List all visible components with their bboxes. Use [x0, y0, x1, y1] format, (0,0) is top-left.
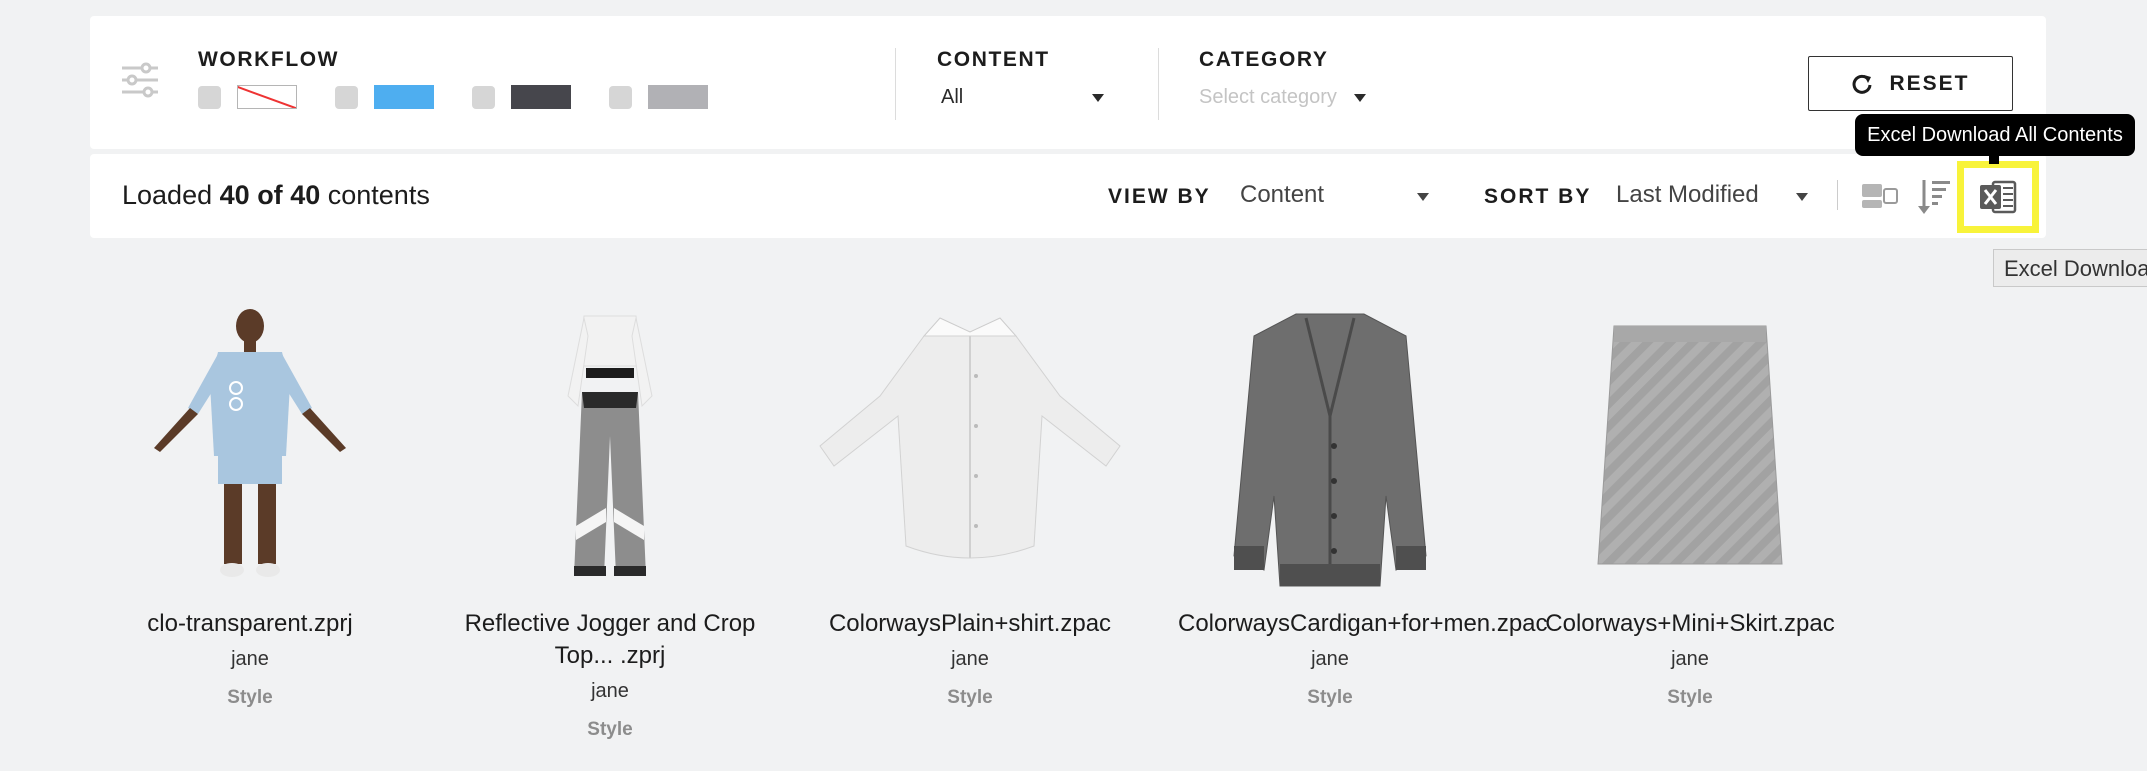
content-card-name[interactable]: ColorwaysCardigan+for+men.zpac	[1170, 608, 1548, 640]
workflow-filter	[198, 84, 746, 110]
loaded-prefix: Loaded	[122, 180, 213, 210]
content-card-type: Style	[947, 687, 993, 708]
view-by-value: Content	[1240, 181, 1325, 208]
content-label: CONTENT	[937, 48, 1050, 71]
loaded-suffix: contents	[327, 180, 430, 210]
content-card-name[interactable]: Reflective Jogger and Crop Top... .zprj	[450, 608, 770, 672]
content-card-type: Style	[227, 687, 273, 708]
content-card-name[interactable]: clo-transparent.zprj	[90, 608, 410, 640]
workflow-checkbox-dark[interactable]	[472, 85, 495, 109]
content-card-owner: jane	[1671, 648, 1709, 670]
reset-button[interactable]: RESET	[1808, 56, 2013, 111]
loaded-count-text: Loaded 40 of 40 contents	[122, 180, 430, 211]
content-dropdown[interactable]: All	[937, 80, 1107, 114]
content-card-type: Style	[1667, 687, 1713, 708]
workflow-checkbox-none[interactable]	[198, 85, 221, 109]
filter-panel: WORKFLOW CONTENT All CATEGORY Select cat…	[90, 16, 2046, 149]
divider	[895, 48, 896, 120]
chevron-down-icon	[1796, 193, 1808, 201]
content-card-owner: jane	[951, 648, 989, 670]
content-card[interactable]: clo-transparent.zprj jane Style	[90, 296, 410, 709]
excel-download-button[interactable]	[1957, 161, 2039, 233]
content-card-owner: jane	[231, 648, 269, 670]
workflow-swatch-dark	[511, 85, 571, 109]
content-thumbnail[interactable]	[1170, 296, 1490, 596]
content-card-name[interactable]: Colorways+Mini+Skirt.zpac	[1530, 608, 1850, 640]
content-card-owner: jane	[1311, 648, 1349, 670]
category-dropdown-placeholder: Select category	[1199, 86, 1337, 108]
tooltip-native-excel-download: Excel Download	[1993, 249, 2147, 287]
content-card[interactable]: Colorways+Mini+Skirt.zpac jane Style	[1530, 296, 1850, 709]
content-card-type: Style	[1307, 687, 1353, 708]
content-thumbnail[interactable]	[450, 296, 770, 596]
loaded-count: 40	[219, 180, 250, 210]
workflow-swatch-none	[237, 85, 297, 109]
category-label: CATEGORY	[1199, 48, 1329, 71]
results-toolbar: Loaded 40 of 40 contents VIEW BY Content…	[90, 154, 2046, 238]
refresh-icon	[1853, 74, 1872, 94]
tooltip-excel-download-all: Excel Download All Contents	[1855, 114, 2135, 164]
content-thumbnail[interactable]	[810, 296, 1130, 596]
content-card-type: Style	[587, 719, 633, 740]
content-card[interactable]: ColorwaysCardigan+for+men.zpac jane Styl…	[1170, 296, 1548, 709]
content-thumbnail[interactable]	[1530, 296, 1850, 596]
sort-by-value: Last Modified	[1616, 181, 1759, 208]
chevron-down-icon	[1354, 94, 1366, 102]
content-card[interactable]: ColorwaysPlain+shirt.zpac jane Style	[810, 296, 1130, 709]
excel-download-icon	[1980, 180, 2017, 214]
divider	[1837, 180, 1838, 210]
loaded-total: 40	[290, 180, 321, 210]
workflow-label: WORKFLOW	[198, 48, 340, 71]
loaded-of: of	[257, 180, 283, 210]
reset-button-label: RESET	[1889, 71, 1970, 95]
sliders-icon[interactable]	[120, 60, 160, 100]
workflow-swatch-blue	[374, 85, 434, 109]
content-thumbnail[interactable]	[90, 296, 410, 596]
chevron-down-icon	[1417, 193, 1429, 201]
content-card[interactable]: Reflective Jogger and Crop Top... .zprj …	[450, 296, 770, 741]
content-dropdown-value: All	[941, 86, 964, 108]
chevron-down-icon	[1092, 94, 1104, 102]
view-by-dropdown[interactable]: Content	[1240, 172, 1438, 220]
content-card-name[interactable]: ColorwaysPlain+shirt.zpac	[810, 608, 1130, 640]
divider	[1158, 48, 1159, 120]
workflow-swatch-grey	[648, 85, 708, 109]
content-card-owner: jane	[591, 680, 629, 702]
sort-by-dropdown[interactable]: Last Modified	[1616, 172, 1816, 220]
category-dropdown[interactable]: Select category	[1199, 80, 1379, 114]
sort-by-label: SORT BY	[1484, 185, 1592, 208]
view-by-label: VIEW BY	[1108, 185, 1211, 208]
view-toggle-icon[interactable]	[1860, 180, 1900, 212]
sort-descending-icon[interactable]	[1916, 176, 1952, 216]
workflow-checkbox-blue[interactable]	[335, 85, 358, 109]
workflow-checkbox-grey[interactable]	[609, 85, 632, 109]
